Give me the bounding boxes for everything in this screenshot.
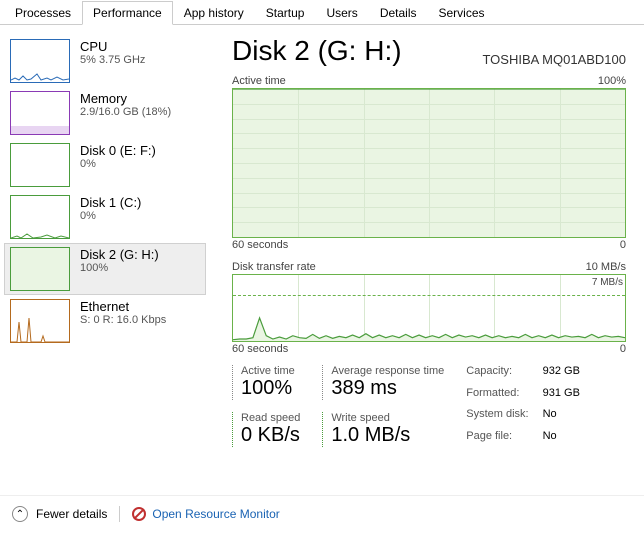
- chart-label: Disk transfer rate: [232, 261, 316, 273]
- stat-label: Average response time: [331, 365, 444, 377]
- stat-value: 100%: [241, 377, 300, 400]
- sidebar-item-label: Memory: [80, 91, 171, 106]
- resmon-label: Open Resource Monitor: [152, 507, 279, 521]
- chart-label: Active time: [232, 75, 286, 87]
- disk-sparkline-icon: [10, 247, 70, 291]
- tab-startup[interactable]: Startup: [255, 1, 316, 25]
- chart-axis-transfer: 60 seconds 0: [232, 343, 626, 355]
- prop-value: No: [543, 430, 580, 448]
- stat-value: 389 ms: [331, 377, 444, 400]
- axis-right: 0: [620, 239, 626, 251]
- page-title: Disk 2 (G: H:): [232, 35, 402, 67]
- fewer-details-label: Fewer details: [36, 507, 107, 521]
- prop-value: 932 GB: [543, 365, 580, 383]
- stat-value: 0 KB/s: [241, 424, 300, 447]
- sidebar: CPU 5% 3.75 GHz Memory 2.9/16.0 GB (18%)…: [0, 25, 210, 495]
- sidebar-item-disk0[interactable]: Disk 0 (E: F:) 0%: [4, 139, 206, 191]
- tabs-bar: Processes Performance App history Startu…: [0, 0, 644, 25]
- stats-area: Active time 100% Read speed 0 KB/s Avera…: [232, 365, 626, 447]
- sidebar-item-sublabel: 100%: [80, 262, 159, 274]
- sidebar-item-sublabel: 0%: [80, 210, 141, 222]
- prop-key: Page file:: [466, 430, 528, 448]
- prop-value: 931 GB: [543, 387, 580, 405]
- sidebar-item-label: Ethernet: [80, 299, 166, 314]
- resource-monitor-icon: [132, 507, 146, 521]
- stat-label: Read speed: [241, 412, 300, 424]
- axis-left: 60 seconds: [232, 343, 288, 355]
- sidebar-item-disk2[interactable]: Disk 2 (G: H:) 100%: [4, 243, 206, 295]
- chart-axis-active: 60 seconds 0: [232, 239, 626, 251]
- sidebar-item-memory[interactable]: Memory 2.9/16.0 GB (18%): [4, 87, 206, 139]
- tab-services[interactable]: Services: [428, 1, 496, 25]
- chart-active-time: [232, 88, 626, 238]
- stat-active-time: Active time 100%: [232, 365, 300, 400]
- main-panel: Disk 2 (G: H:) TOSHIBA MQ01ABD100 Active…: [210, 25, 644, 495]
- stat-label: Write speed: [331, 412, 444, 424]
- sidebar-item-cpu[interactable]: CPU 5% 3.75 GHz: [4, 35, 206, 87]
- tab-performance[interactable]: Performance: [82, 1, 173, 25]
- stat-read-speed: Read speed 0 KB/s: [232, 412, 300, 447]
- chart-transfer-rate: 7 MB/s: [232, 274, 626, 342]
- prop-value: No: [543, 408, 580, 426]
- chart-header-transfer: Disk transfer rate 10 MB/s: [232, 261, 626, 273]
- stat-avg-response: Average response time 389 ms: [322, 365, 444, 400]
- stat-write-speed: Write speed 1.0 MB/s: [322, 412, 444, 447]
- memory-sparkline-icon: [10, 91, 70, 135]
- prop-key: System disk:: [466, 408, 528, 426]
- prop-key: Capacity:: [466, 365, 528, 383]
- divider: [119, 506, 120, 522]
- axis-left: 60 seconds: [232, 239, 288, 251]
- sidebar-item-sublabel: 2.9/16.0 GB (18%): [80, 106, 171, 118]
- tab-app-history[interactable]: App history: [173, 1, 255, 25]
- disk-model: TOSHIBA MQ01ABD100: [482, 52, 626, 67]
- sidebar-item-sublabel: S: 0 R: 16.0 Kbps: [80, 314, 166, 326]
- sidebar-item-sublabel: 5% 3.75 GHz: [80, 54, 145, 66]
- content-area: CPU 5% 3.75 GHz Memory 2.9/16.0 GB (18%)…: [0, 25, 644, 495]
- fewer-details-button[interactable]: ⌃ Fewer details: [12, 506, 107, 522]
- ethernet-sparkline-icon: [10, 299, 70, 343]
- disk-sparkline-icon: [10, 143, 70, 187]
- open-resource-monitor-link[interactable]: Open Resource Monitor: [132, 507, 279, 521]
- disk-sparkline-icon: [10, 195, 70, 239]
- tab-users[interactable]: Users: [315, 1, 368, 25]
- sidebar-item-sublabel: 0%: [80, 158, 156, 170]
- footer: ⌃ Fewer details Open Resource Monitor: [0, 495, 644, 532]
- sidebar-item-label: Disk 0 (E: F:): [80, 143, 156, 158]
- tab-details[interactable]: Details: [369, 1, 428, 25]
- title-row: Disk 2 (G: H:) TOSHIBA MQ01ABD100: [232, 35, 626, 67]
- axis-right: 0: [620, 343, 626, 355]
- stat-value: 1.0 MB/s: [331, 424, 444, 447]
- sidebar-item-label: Disk 2 (G: H:): [80, 247, 159, 262]
- sidebar-item-label: Disk 1 (C:): [80, 195, 141, 210]
- sidebar-item-ethernet[interactable]: Ethernet S: 0 R: 16.0 Kbps: [4, 295, 206, 347]
- stat-label: Active time: [241, 365, 300, 377]
- sidebar-item-label: CPU: [80, 39, 145, 54]
- disk-properties: Capacity: 932 GB Formatted: 931 GB Syste…: [466, 365, 580, 447]
- chevron-up-icon: ⌃: [12, 506, 28, 522]
- chart-max: 10 MB/s: [586, 261, 626, 273]
- chart-max: 100%: [598, 75, 626, 87]
- tab-processes[interactable]: Processes: [4, 1, 82, 25]
- cpu-sparkline-icon: [10, 39, 70, 83]
- sidebar-item-disk1[interactable]: Disk 1 (C:) 0%: [4, 191, 206, 243]
- prop-key: Formatted:: [466, 387, 528, 405]
- chart-header-active: Active time 100%: [232, 75, 626, 87]
